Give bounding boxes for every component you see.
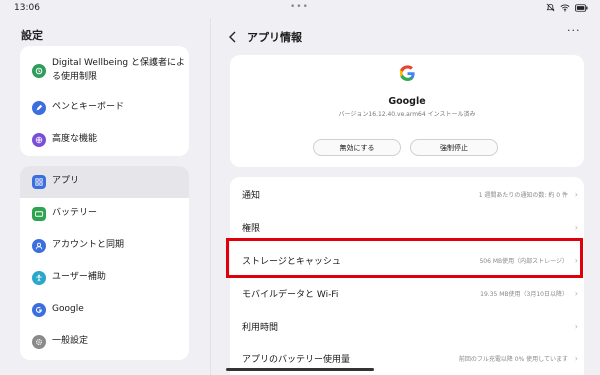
settings-group-2: アプリ バッテリー アカウントと同期 ユーザー補助 Google 一般設定 [20, 166, 189, 360]
sidebar-item-accounts[interactable]: アカウントと同期 [20, 230, 189, 262]
app-info-card: Google バージョン16.12.40.ve.arm64 インストール済み 無… [230, 55, 584, 167]
battery-icon [32, 207, 46, 221]
row-value-app-battery-usage: 前回のフル充電以降 0% 使用しています [458, 356, 568, 363]
wellbeing-icon [32, 64, 46, 78]
apps-icon [32, 175, 46, 189]
more-options-icon[interactable]: ··· [567, 24, 581, 37]
row-value-mobile-data-wifi: 19.35 MB使用（3月10日以降） [480, 291, 568, 298]
highlight-box [226, 238, 583, 278]
chevron-right-icon: › [574, 289, 578, 298]
home-indicator[interactable] [226, 368, 374, 371]
app-version: バージョン16.12.40.ve.arm64 インストール済み [338, 111, 476, 118]
sidebar-item-pen-keyboard[interactable]: ペンとキーボード [20, 94, 189, 122]
row-label-screen-time: 利用時間 [242, 323, 279, 333]
sidebar-item-battery[interactable]: バッテリー [20, 198, 189, 230]
sidebar-item-advanced[interactable]: 高度な機能 [20, 126, 189, 154]
advanced-icon [32, 133, 46, 147]
disable-button[interactable]: 無効にする [313, 139, 401, 156]
wifi-icon [560, 3, 570, 12]
sidebar-label-accessibility: ユーザー補助 [52, 272, 106, 282]
sidebar-label-advanced: 高度な機能 [52, 134, 98, 144]
sidebar-item-digital-wellbeing[interactable]: Digital Wellbeing と保護者によ る使用制限 [20, 52, 189, 90]
page-title: アプリ情報 [247, 31, 302, 44]
accessibility-icon [32, 271, 46, 285]
pane-divider [210, 18, 211, 375]
row-screen-time[interactable]: 利用時間 › [230, 310, 584, 343]
row-label-mobile-data-wifi: モバイルデータと Wi-Fi [242, 290, 339, 300]
row-mobile-data-wifi[interactable]: モバイルデータと Wi-Fi 19.35 MB使用（3月10日以降） › [230, 277, 584, 310]
back-arrow-icon[interactable] [228, 28, 238, 47]
battery-status-icon [575, 3, 588, 12]
sidebar-label-general-settings: 一般設定 [52, 336, 89, 346]
sidebar-item-google[interactable]: Google [20, 294, 189, 326]
status-bar: 13:06 ••• [0, 0, 600, 18]
app-name: Google [388, 96, 426, 107]
status-time: 13:06 [14, 3, 40, 13]
sidebar-label-accounts: アカウントと同期 [52, 240, 125, 250]
sidebar-label-battery: バッテリー [52, 208, 98, 218]
chevron-right-icon: › [574, 223, 578, 232]
sidebar-label-wellbeing-line2: る使用制限 [52, 72, 98, 82]
row-notifications[interactable]: 通知 1 週間あたりの通知の数: 約 0 件 › [230, 178, 584, 211]
sidebar-item-accessibility[interactable]: ユーザー補助 [20, 262, 189, 294]
system-icons [546, 3, 588, 12]
sidebar-label-pen-keyboard: ペンとキーボード [52, 102, 125, 112]
sidebar-label-google: Google [52, 304, 84, 314]
chevron-right-icon: › [574, 354, 578, 363]
general-settings-icon [32, 335, 46, 349]
settings-group-1: Digital Wellbeing と保護者によ る使用制限 ペンとキーボード … [20, 46, 189, 156]
sidebar-label-wellbeing-line1: Digital Wellbeing と保護者によ [52, 58, 185, 68]
multitask-dots[interactable]: ••• [290, 2, 309, 12]
account-icon [32, 239, 46, 253]
sidebar-label-apps: アプリ [52, 176, 80, 186]
settings-title: 設定 [21, 29, 43, 42]
google-logo-icon [399, 65, 416, 86]
row-label-permissions: 権限 [242, 224, 261, 234]
chevron-right-icon: › [574, 322, 578, 331]
force-stop-button[interactable]: 強制停止 [410, 139, 498, 156]
sidebar-item-general-settings[interactable]: 一般設定 [20, 326, 189, 358]
sidebar-item-apps[interactable]: アプリ [20, 166, 189, 198]
row-label-app-battery-usage: アプリのバッテリー使用量 [242, 355, 351, 365]
google-icon [32, 303, 46, 317]
row-value-notifications: 1 週間あたりの通知の数: 約 0 件 [478, 192, 568, 199]
chevron-right-icon: › [574, 190, 578, 199]
mute-icon [546, 3, 555, 12]
row-label-notifications: 通知 [242, 191, 261, 201]
pen-icon [32, 101, 46, 115]
